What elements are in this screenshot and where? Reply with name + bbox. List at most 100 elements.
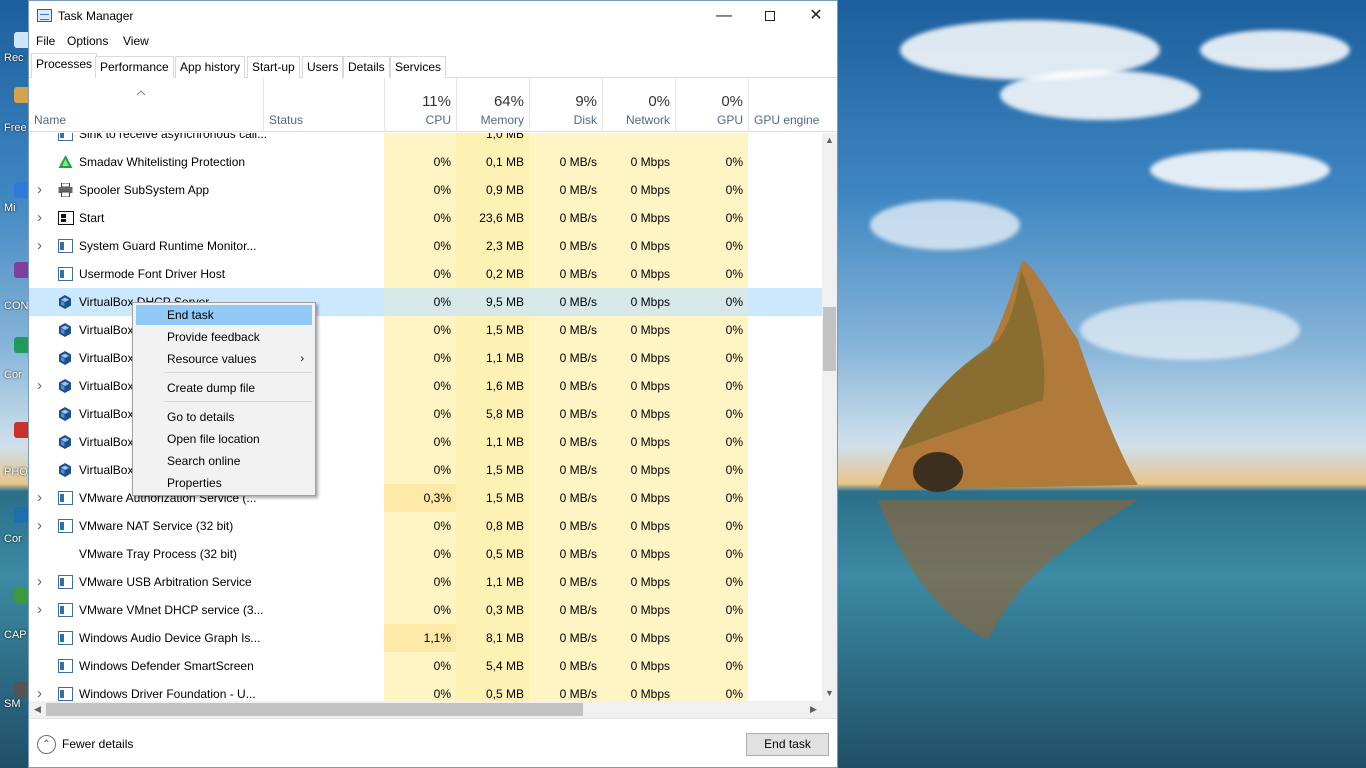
scroll-left-icon[interactable]: ◀	[29, 701, 46, 718]
process-name: VMware NAT Service (32 bit)	[79, 519, 234, 533]
close-button[interactable]: ✕	[793, 1, 839, 31]
fewer-details-link[interactable]: Fewer details	[62, 737, 133, 751]
scroll-down-icon[interactable]: ▼	[822, 686, 837, 701]
disk-value: 0 MB/s	[529, 568, 602, 596]
column-name[interactable]: Name	[29, 78, 263, 132]
menu-item-end-task[interactable]: End task	[136, 305, 312, 325]
cpu-value: 0%	[384, 372, 456, 400]
network-value: 0 Mbps	[602, 288, 675, 316]
menu-file[interactable]: File	[36, 34, 55, 48]
tab-performance[interactable]: Performance	[95, 56, 174, 78]
smadav-icon	[58, 155, 73, 169]
disk-value: 0 MB/s	[529, 344, 602, 372]
desktop-icon-6[interactable]: PHO	[0, 420, 30, 478]
chevron-up-icon[interactable]: ⌃	[37, 735, 56, 754]
printer-icon	[58, 182, 73, 198]
tab-users[interactable]: Users	[302, 56, 344, 78]
process-row[interactable]: › System Guard Runtime Monitor... 0% 2,3 MB…	[29, 232, 822, 260]
desktop-icon-5[interactable]: Cor	[0, 335, 30, 381]
memory-value: 2,3 MB	[456, 232, 529, 260]
cpu-value: 0%	[384, 512, 456, 540]
desktop-icon-8[interactable]: CAP	[0, 585, 30, 641]
column-header: Name Status 11% CPU 64% Memory 9% Disk 0% Ne…	[29, 78, 837, 132]
menu-options[interactable]: Options	[67, 34, 108, 48]
desktop-icon-recycle[interactable]: Rec	[0, 30, 30, 70]
desktop-icon-4[interactable]: CON	[0, 260, 30, 312]
menu-item-open-file-location[interactable]: Open file location	[136, 429, 312, 449]
process-row[interactable]: VMware Tray Process (32 bit) 0% 0,5 MB 0 MB…	[29, 540, 822, 568]
expand-chevron-icon[interactable]: ›	[37, 238, 44, 253]
process-row[interactable]: › VMware USB Arbitration Service 0% 1,1 MB 0…	[29, 568, 822, 596]
memory-value: 5,4 MB	[456, 652, 529, 680]
process-name: VMware Tray Process (32 bit)	[79, 547, 238, 561]
scroll-up-icon[interactable]: ▲	[822, 133, 837, 148]
end-task-button[interactable]: End task	[746, 733, 829, 756]
process-name: VirtualBox	[79, 323, 134, 337]
expand-chevron-icon[interactable]: ›	[37, 602, 44, 617]
tab-details[interactable]: Details	[343, 56, 390, 78]
expand-chevron-icon[interactable]: ›	[37, 182, 44, 197]
column-memory[interactable]: 64% Memory	[456, 78, 529, 132]
menu-view[interactable]: View	[123, 34, 149, 48]
process-row[interactable]: Usermode Font Driver Host 0% 0,2 MB 0 MB/s 0…	[29, 260, 822, 288]
menu-item-search-online[interactable]: Search online	[136, 451, 312, 471]
process-row[interactable]: › VMware NAT Service (32 bit) 0% 0,8 MB 0 MB…	[29, 512, 822, 540]
desktop-icon-9[interactable]: SM	[0, 680, 30, 720]
gpu-value: 0%	[675, 512, 748, 540]
process-row[interactable]: › VMware VMnet DHCP service (3... 0% 0,3 MB…	[29, 596, 822, 624]
memory-value: 1,5 MB	[456, 484, 529, 512]
disk-value: 0 MB/s	[529, 540, 602, 568]
menu-bar: File Options View	[29, 31, 837, 51]
process-row[interactable]: Windows Audio Device Graph Is... 1,1% 8,1 …	[29, 624, 822, 652]
vertical-scrollbar[interactable]: ▲ ▼	[822, 133, 837, 701]
column-gpu-engine[interactable]: GPU engine	[748, 78, 837, 132]
expand-chevron-icon[interactable]: ›	[37, 378, 44, 393]
column-network[interactable]: 0% Network	[602, 78, 675, 132]
sea-rock-image	[878, 260, 1138, 640]
maximize-button[interactable]	[747, 1, 793, 31]
process-row[interactable]: › Spooler SubSystem App 0% 0,9 MB 0 MB/s 0 Mb…	[29, 176, 822, 204]
scroll-right-icon[interactable]: ▶	[805, 701, 822, 718]
column-disk[interactable]: 9% Disk	[529, 78, 602, 132]
expand-chevron-icon[interactable]: ›	[37, 574, 44, 589]
process-name: VirtualBox	[79, 463, 134, 477]
menu-item-resource-values[interactable]: Resource values ›	[136, 349, 312, 369]
menu-item-create-dump-file[interactable]: Create dump file	[136, 378, 312, 398]
disk-value	[529, 133, 602, 148]
gpu-value: 0%	[675, 568, 748, 596]
tab-services[interactable]: Services	[390, 56, 447, 78]
tab-startup[interactable]: Start-up	[247, 56, 300, 78]
column-cpu[interactable]: 11% CPU	[384, 78, 456, 132]
process-row[interactable]: Smadav Whitelisting Protection 0% 0,1 MB 0 …	[29, 148, 822, 176]
vertical-scroll-thumb[interactable]	[823, 307, 836, 371]
memory-value: 0,5 MB	[456, 680, 529, 701]
process-row[interactable]: › Windows Driver Foundation - U... 0% 0,5 M…	[29, 680, 822, 701]
horizontal-scroll-thumb[interactable]	[46, 703, 583, 716]
desktop-icon-3[interactable]: Mi	[0, 180, 30, 220]
desktop-icon-7[interactable]: Cor	[0, 505, 30, 545]
process-row[interactable]: › Start 0% 23,6 MB 0 MB/s 0 Mbps 0%	[29, 204, 822, 232]
expand-chevron-icon[interactable]: ›	[37, 490, 44, 505]
minimize-button[interactable]: —	[701, 1, 747, 31]
cpu-value	[384, 133, 456, 148]
process-row[interactable]: Windows Defender SmartScreen 0% 5,4 MB 0 MB…	[29, 652, 822, 680]
service-icon	[58, 631, 73, 645]
column-status[interactable]: Status	[263, 78, 384, 132]
memory-value: 1,6 MB	[456, 372, 529, 400]
column-gpu[interactable]: 0% GPU	[675, 78, 748, 132]
network-value: 0 Mbps	[602, 232, 675, 260]
menu-item-properties[interactable]: Properties	[136, 473, 312, 493]
tab-processes[interactable]: Processes	[31, 53, 98, 78]
horizontal-scrollbar[interactable]: ◀ ▶	[29, 701, 822, 718]
menu-item-provide-feedback[interactable]: Provide feedback	[136, 327, 312, 347]
menu-item-go-to-details[interactable]: Go to details	[136, 407, 312, 427]
tab-app-history[interactable]: App history	[175, 56, 246, 78]
gpu-value	[675, 133, 748, 148]
process-row[interactable]: Sink to receive asynchronous call... 1,0 …	[29, 133, 822, 148]
title-bar[interactable]: Task Manager — ✕	[29, 1, 837, 31]
desktop-icon-2[interactable]: Free	[0, 85, 30, 134]
network-value: 0 Mbps	[602, 176, 675, 204]
expand-chevron-icon[interactable]: ›	[37, 518, 44, 533]
expand-chevron-icon[interactable]: ›	[37, 210, 44, 225]
expand-chevron-icon[interactable]: ›	[37, 686, 44, 701]
